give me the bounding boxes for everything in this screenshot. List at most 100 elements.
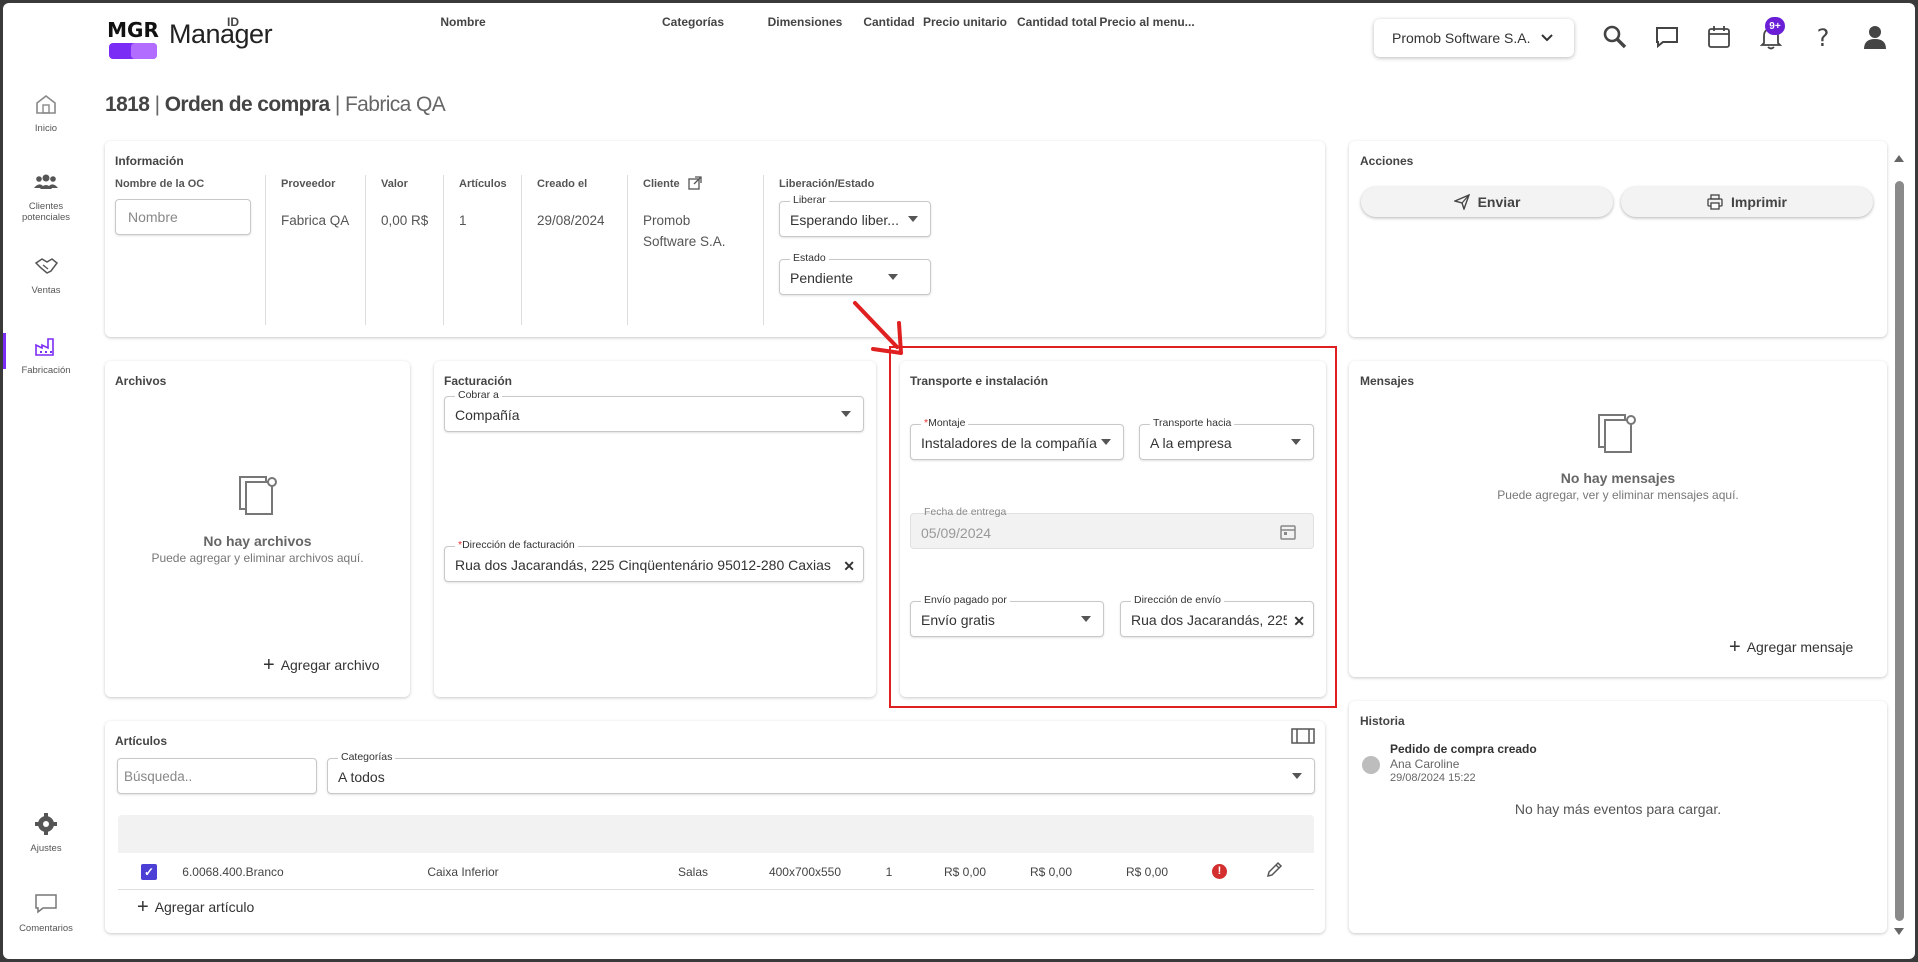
oc-name-input[interactable]: Nombre xyxy=(115,199,251,235)
row-divider xyxy=(118,889,1314,890)
clear-icon[interactable]: ✕ xyxy=(843,558,855,575)
categorias-select[interactable]: Categorías A todos xyxy=(327,751,1315,794)
sidebar-item-label: Fabricación xyxy=(21,365,71,376)
archivos-card xyxy=(105,361,410,697)
divider xyxy=(521,175,522,325)
col-header-categorias[interactable]: Categorías xyxy=(643,15,743,29)
archivos-empty-desc: Puede agregar y eliminar archivos aquí. xyxy=(151,551,364,565)
liberar-select[interactable]: Liberar Esperando liber... xyxy=(779,194,931,237)
proveedor-value: Fabrica QA xyxy=(281,213,350,228)
sidebar-item-label: Inicio xyxy=(34,123,58,134)
sidebar-item-comentarios[interactable]: Comentarios xyxy=(3,891,89,934)
sidebar-item-ajustes[interactable]: Ajustes xyxy=(3,811,89,854)
categorias-label: Categorías xyxy=(338,751,396,763)
scrollbar-thumb[interactable] xyxy=(1895,181,1904,921)
add-archivo-label: Agregar archivo xyxy=(280,657,380,673)
sidebar-item-ventas[interactable]: Ventas xyxy=(3,253,89,296)
cell-nombre: Caixa Inferior xyxy=(427,865,499,879)
direccion-value: Rua dos Jacarandás, 225 Cinqüentenário 9… xyxy=(455,557,833,573)
cobrar-select[interactable]: Cobrar a Compañía xyxy=(444,389,864,432)
articulos-label: Artículos xyxy=(459,178,507,190)
col-header-precio-menu[interactable]: Precio al menu... xyxy=(1097,15,1197,29)
sidebar-item-label: Ajustes xyxy=(30,843,62,854)
col-header-cantidad-total[interactable]: Cantidad total xyxy=(1007,15,1107,29)
scroll-up-icon[interactable] xyxy=(1893,153,1905,163)
cell-precio-menu: R$ 0,00 xyxy=(1125,865,1169,879)
title-separator: | xyxy=(154,93,160,116)
sidebar-item-inicio[interactable]: Inicio xyxy=(3,91,89,134)
chat-icon[interactable] xyxy=(1653,23,1681,51)
external-link-icon[interactable] xyxy=(687,175,703,191)
app-logo[interactable]: MGR xyxy=(107,13,159,61)
user-account-icon[interactable] xyxy=(1861,23,1889,51)
gear-icon xyxy=(35,813,57,835)
scroll-down-icon[interactable] xyxy=(1893,927,1905,937)
oc-name-placeholder: Nombre xyxy=(128,209,178,225)
search-icon[interactable] xyxy=(1601,23,1629,51)
cobrar-value: Compañía xyxy=(455,407,520,423)
table-header xyxy=(118,815,1314,853)
add-mensaje-label: Agregar mensaje xyxy=(1746,639,1854,655)
mgr-logo-icon: MGR xyxy=(107,18,159,59)
historia-title: Historia xyxy=(1360,714,1405,728)
empty-messages-icon xyxy=(1598,414,1636,453)
articulos-search-input[interactable]: Búsqueda.. xyxy=(117,758,317,794)
enviar-label: Enviar xyxy=(1477,194,1521,210)
archivos-title: Archivos xyxy=(115,374,167,388)
cliente-line2: Software S.A. xyxy=(643,234,726,249)
cobrar-label: Cobrar a xyxy=(455,389,502,401)
highlight-box xyxy=(889,346,1337,708)
plus-icon: + xyxy=(137,896,149,918)
svg-text:?: ? xyxy=(1817,24,1830,51)
sidebar-item-label: Clientes potenciales xyxy=(21,201,71,223)
empty-files-icon xyxy=(239,476,277,515)
cell-cantidad-total: R$ 0,00 xyxy=(1029,865,1073,879)
cell-categoria: Salas xyxy=(677,865,709,879)
col-header-cantidad[interactable]: Cantidad xyxy=(857,15,921,29)
col-header-precio-unitario[interactable]: Precio unitario xyxy=(915,15,1015,29)
calendar-icon[interactable] xyxy=(1705,23,1733,51)
sidebar-item-clientes[interactable]: Clientes potenciales xyxy=(3,169,89,223)
info-title: Información xyxy=(115,154,184,168)
help-icon[interactable]: ? xyxy=(1809,23,1837,51)
liberacion-label: Liberación/Estado xyxy=(779,178,875,190)
enviar-button[interactable]: Enviar xyxy=(1361,187,1613,217)
col-header-id[interactable]: ID xyxy=(213,15,253,29)
company-name: Promob Software S.A. xyxy=(1392,30,1531,46)
row-checkbox[interactable]: ✓ xyxy=(141,864,157,880)
edit-pencil-icon[interactable] xyxy=(1265,861,1283,879)
articulos-title: Artículos xyxy=(115,734,168,748)
history-event-title: Pedido de compra creado xyxy=(1390,742,1537,756)
col-header-nombre[interactable]: Nombre xyxy=(413,15,513,29)
direccion-facturacion-field[interactable]: *Dirección de facturación Rua dos Jacara… xyxy=(444,539,864,582)
order-supplier: Fabrica QA xyxy=(344,93,446,116)
page-title: 1818 | Orden de compra | Fabrica QA xyxy=(105,93,446,117)
sidebar-item-fabricacion[interactable]: Fabricación xyxy=(3,333,89,376)
annotation-arrow-icon xyxy=(853,301,903,355)
app-window: Inicio Clientes potenciales Ventas Fabri… xyxy=(3,3,1915,959)
add-archivo-button[interactable]: + Agregar archivo xyxy=(263,655,380,675)
liberar-value: Esperando liber... xyxy=(790,212,899,228)
columns-toggle-icon[interactable] xyxy=(1291,727,1315,745)
divider xyxy=(265,175,266,325)
printer-icon xyxy=(1707,194,1723,210)
acciones-title: Acciones xyxy=(1360,154,1414,168)
sidebar-item-label: Comentarios xyxy=(19,923,73,934)
add-mensaje-button[interactable]: + Agregar mensaje xyxy=(1729,637,1854,657)
cell-id: 6.0068.400.Branco xyxy=(182,865,284,879)
add-articulo-button[interactable]: + Agregar artículo xyxy=(137,896,255,918)
imprimir-button[interactable]: Imprimir xyxy=(1621,187,1873,217)
valor-label: Valor xyxy=(381,178,408,190)
company-selector[interactable]: Promob Software S.A. xyxy=(1374,19,1574,57)
cell-dimensiones: 400x700x550 xyxy=(768,865,842,879)
col-header-dimensiones[interactable]: Dimensiones xyxy=(755,15,855,29)
add-articulo-label: Agregar artículo xyxy=(154,899,255,915)
history-event-date: 29/08/2024 15:22 xyxy=(1390,772,1476,784)
acciones-card xyxy=(1349,141,1887,337)
liberar-label: Liberar xyxy=(790,194,829,206)
estado-select[interactable]: Estado Pendiente xyxy=(779,252,931,295)
warning-icon[interactable]: ! xyxy=(1212,864,1227,879)
estado-value: Pendiente xyxy=(790,270,854,286)
divider xyxy=(365,175,366,325)
comment-icon xyxy=(35,894,57,914)
